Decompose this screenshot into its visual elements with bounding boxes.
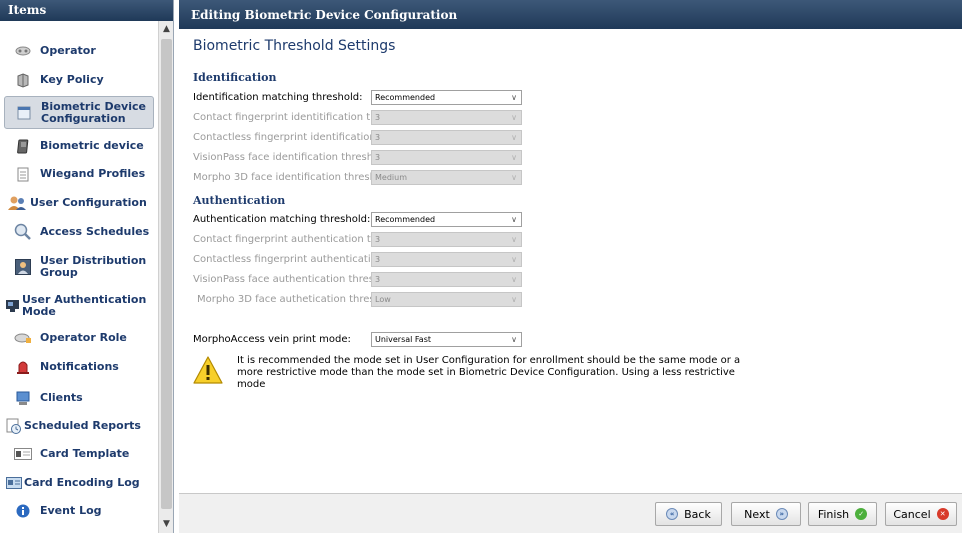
sidebar-item-operator[interactable]: Operator <box>4 40 154 62</box>
operator-role-icon <box>12 329 34 347</box>
clients-icon <box>12 389 34 407</box>
sidebar-item-card-template[interactable]: Card Template <box>4 443 154 465</box>
morpho-3d-face-identification-select: Medium ∨ <box>371 170 522 185</box>
chevron-down-icon: ∨ <box>511 235 517 244</box>
biometric-device-configuration-icon <box>13 104 35 122</box>
contactless-fingerprint-authentication-select: 3 ∨ <box>371 252 522 267</box>
visionpass-face-identification-label: VisionPass face identification threshold… <box>193 152 371 163</box>
chevron-down-icon: ∨ <box>511 255 517 264</box>
morpho-3d-face-authentication-select: Low ∨ <box>371 292 522 307</box>
morpho-3d-face-authentication-label: Morpho 3D face authetication threshold: <box>197 294 371 305</box>
sidebar-item-access-schedules[interactable]: Access Schedules <box>4 221 154 243</box>
authentication-matching-threshold-select[interactable]: Recommended ∨ <box>371 212 522 227</box>
chevron-down-icon: ∨ <box>511 295 517 304</box>
identification-matching-threshold-label: Identification matching threshold: <box>193 92 363 103</box>
authentication-title: Authentication <box>193 194 286 207</box>
contact-fingerprint-identification-select: 3 ∨ <box>371 110 522 125</box>
visionpass-face-identification-select: 3 ∨ <box>371 150 522 165</box>
items-panel-title: Items <box>0 0 173 21</box>
visionpass-face-authentication-label: VisionPass face authentication threshold… <box>193 274 371 285</box>
sidebar-item-notifications[interactable]: Notifications <box>4 356 154 378</box>
back-button[interactable]: « Back <box>655 502 722 526</box>
next-arrow-icon: » <box>775 508 788 520</box>
scroll-up-icon[interactable]: ▲ <box>159 22 174 37</box>
scroll-thumb[interactable] <box>161 39 172 509</box>
contact-fingerprint-identification-label: Contact fingerprint identitification thr… <box>193 112 371 123</box>
key-policy-icon <box>12 71 34 89</box>
sidebar-item-key-policy[interactable]: Key Policy <box>4 69 154 91</box>
contact-fingerprint-authentication-label: Contact fingerprint authentication thres… <box>193 234 371 245</box>
operator-icon <box>12 42 34 60</box>
event-log-icon <box>12 502 34 520</box>
sidebar-item-user-configuration[interactable]: User Configuration <box>4 192 154 214</box>
scheduled-reports-icon <box>6 417 22 435</box>
chevron-down-icon: ∨ <box>511 173 517 182</box>
items-list: Operator Key Policy Biometric Device Con… <box>0 21 158 533</box>
access-schedules-icon <box>12 223 34 241</box>
sidebar-item-event-log[interactable]: Event Log <box>4 500 154 522</box>
chevron-down-icon: ∨ <box>511 275 517 284</box>
scroll-down-icon[interactable]: ▼ <box>159 517 174 532</box>
notifications-icon <box>12 358 34 376</box>
identification-title: Identification <box>193 71 277 84</box>
items-scrollbar[interactable]: ▲ ▼ <box>158 21 173 533</box>
card-template-icon <box>12 445 34 463</box>
editor-title: Editing Biometric Device Configuration <box>179 0 962 29</box>
vein-print-mode-label: MorphoAccess vein print mode: <box>193 334 351 345</box>
sidebar-item-biometric-device-configuration[interactable]: Biometric Device Configuration <box>4 96 154 129</box>
sidebar-item-scheduled-reports[interactable]: Scheduled Reports <box>4 415 154 437</box>
contactless-fingerprint-identification-select: 3 ∨ <box>371 130 522 145</box>
biometric-device-icon <box>12 137 34 155</box>
cancel-button[interactable]: Cancel ✕ <box>885 502 957 526</box>
wizard-footer: « Back Next » Finish ✓ Cancel ✕ <box>179 493 962 533</box>
sidebar-item-operator-role[interactable]: Operator Role <box>4 327 154 349</box>
close-icon: ✕ <box>936 508 949 520</box>
sidebar-item-user-distribution-group[interactable]: User Distribution Group <box>4 252 154 282</box>
chevron-down-icon: ∨ <box>511 335 517 344</box>
items-panel: Items Operator Key Policy Biometric Devi… <box>0 0 174 533</box>
chevron-down-icon: ∨ <box>511 93 517 102</box>
section-title: Biometric Threshold Settings <box>193 38 396 54</box>
user-authentication-mode-icon <box>6 297 20 315</box>
contact-fingerprint-authentication-select: 3 ∨ <box>371 232 522 247</box>
contactless-fingerprint-authentication-label: Contactless fingerprint authentication t… <box>193 254 371 265</box>
contactless-fingerprint-identification-label: Contactless fingerprint identification t… <box>193 132 371 143</box>
user-distribution-group-icon <box>12 258 34 276</box>
warning-icon <box>193 356 223 384</box>
check-icon: ✓ <box>855 508 868 520</box>
sidebar-item-biometric-device[interactable]: Biometric device <box>4 135 154 157</box>
back-arrow-icon: « <box>666 508 679 520</box>
chevron-down-icon: ∨ <box>511 153 517 162</box>
sidebar-item-clients[interactable]: Clients <box>4 387 154 409</box>
authentication-matching-threshold-label: Authentication matching threshold: <box>193 214 371 225</box>
sidebar-item-wiegand-profiles[interactable]: Wiegand Profiles <box>4 163 154 185</box>
sidebar-item-user-authentication-mode[interactable]: User Authentication Mode <box>4 291 154 321</box>
next-button[interactable]: Next » <box>731 502 801 526</box>
chevron-down-icon: ∨ <box>511 113 517 122</box>
morpho-3d-face-identification-label: Morpho 3D face identification threshold: <box>193 172 371 183</box>
chevron-down-icon: ∨ <box>511 215 517 224</box>
finish-button[interactable]: Finish ✓ <box>808 502 877 526</box>
sidebar-item-card-encoding-log[interactable]: Card Encoding Log <box>4 472 154 494</box>
chevron-down-icon: ∨ <box>511 133 517 142</box>
vein-print-mode-select[interactable]: Universal Fast ∨ <box>371 332 522 347</box>
card-encoding-log-icon <box>6 474 22 492</box>
editor-panel: Editing Biometric Device Configuration B… <box>179 0 962 533</box>
wiegand-profiles-icon <box>12 165 34 183</box>
visionpass-face-authentication-select: 3 ∨ <box>371 272 522 287</box>
warning-message: It is recommended the mode set in User C… <box>237 355 741 390</box>
identification-matching-threshold-select[interactable]: Recommended ∨ <box>371 90 522 105</box>
user-configuration-icon <box>6 194 28 212</box>
